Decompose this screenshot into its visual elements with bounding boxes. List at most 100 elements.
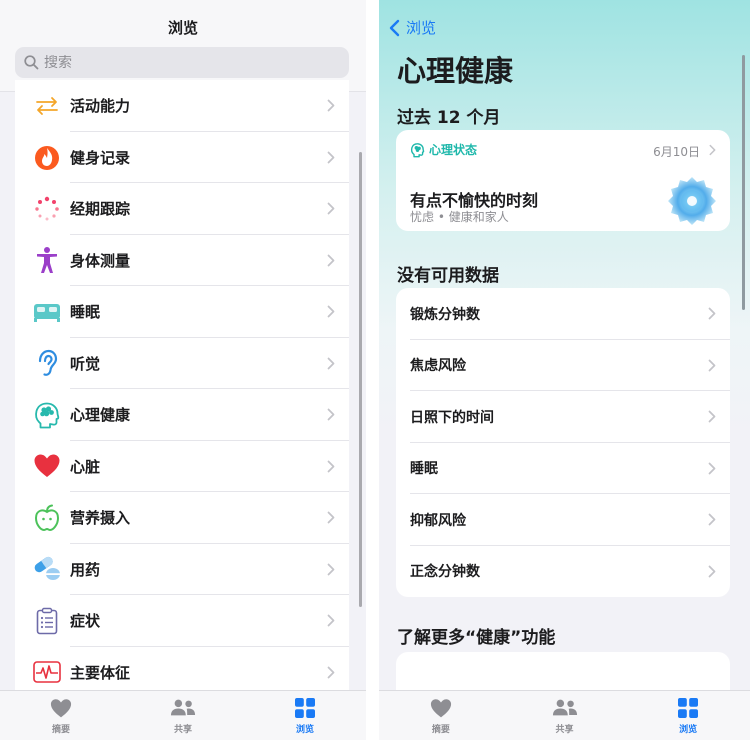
- browse-header: 浏览: [0, 0, 366, 92]
- tab-label: 共享: [555, 725, 574, 735]
- card-category: 心理状态: [410, 141, 477, 158]
- tab-browse[interactable]: 浏览: [626, 691, 750, 740]
- chevron-right-icon: [327, 151, 335, 164]
- list-item-label: 抑郁风险: [410, 512, 466, 529]
- category-label: 心脏: [70, 457, 101, 476]
- chevron-right-icon: [327, 666, 335, 679]
- search-icon: [22, 54, 40, 72]
- mind-head-icon: [410, 142, 425, 157]
- category-label: 营养摄入: [70, 509, 131, 528]
- category-row-cycle[interactable]: 经期跟踪: [15, 183, 349, 235]
- category-label: 心理健康: [70, 406, 131, 425]
- chevron-right-icon: [327, 408, 335, 421]
- tab-sharing[interactable]: 共享: [122, 691, 244, 740]
- pills-icon: [33, 555, 61, 583]
- chevron-right-icon: [708, 462, 716, 475]
- search-bar[interactable]: [15, 47, 349, 78]
- chevron-right-icon: [327, 254, 335, 267]
- category-row-heart[interactable]: 心脏: [15, 441, 349, 492]
- category-row-hearing[interactable]: 听觉: [15, 338, 349, 389]
- back-button[interactable]: 浏览: [389, 17, 436, 38]
- category-label: 身体测量: [70, 251, 131, 270]
- category-list: 活动能力 健身记录 经期跟踪 身体测量 睡眠 听觉 心理健康 心脏 营养摄入 用…: [15, 80, 349, 698]
- chevron-right-icon: [327, 460, 335, 473]
- vitals-waveform-icon: [33, 658, 61, 686]
- card-mood-detail: 忧虑 • 健康和家人: [410, 210, 509, 224]
- chevron-right-icon: [708, 565, 716, 578]
- chevron-right-icon: [708, 307, 716, 320]
- chevron-right-icon: [327, 99, 335, 112]
- chevron-right-icon: [708, 410, 716, 423]
- heart-summary-icon: [48, 697, 74, 719]
- list-item-depression-risk[interactable]: 抑郁风险: [396, 494, 730, 546]
- section-heading-no-data: 没有可用数据: [397, 266, 499, 286]
- browse-screen: 浏览 活动能力 健身记录: [0, 0, 366, 740]
- chevron-right-icon: [708, 513, 716, 526]
- heart-icon: [33, 452, 61, 480]
- tab-summary[interactable]: 摘要: [379, 691, 503, 740]
- grid-icon: [292, 697, 318, 719]
- category-label: 主要体征: [70, 663, 131, 682]
- tab-label: 浏览: [679, 725, 698, 735]
- apple-icon: [33, 504, 61, 532]
- list-item-anxiety-risk[interactable]: 焦虑风险: [396, 340, 730, 391]
- no-data-list: 锻炼分钟数 焦虑风险 日照下的时间 睡眠 抑郁风险 正念分钟数: [396, 288, 730, 597]
- search-input[interactable]: [44, 54, 324, 71]
- category-row-medications[interactable]: 用药: [15, 544, 349, 595]
- card-category-label: 心理状态: [429, 143, 478, 157]
- chevron-right-icon: [709, 144, 716, 156]
- list-item-label: 睡眠: [410, 461, 438, 478]
- list-item-sleep[interactable]: 睡眠: [396, 443, 730, 494]
- tab-bar: 摘要 共享 浏览: [379, 690, 750, 740]
- list-item-label: 锻炼分钟数: [410, 306, 480, 323]
- chevron-right-icon: [327, 305, 335, 318]
- tab-browse[interactable]: 浏览: [244, 691, 366, 740]
- scrollbar[interactable]: [742, 55, 745, 310]
- category-row-fitness[interactable]: 健身记录: [15, 132, 349, 183]
- card-date: 6月10日: [653, 145, 700, 159]
- category-row-mental-health[interactable]: 心理健康: [15, 389, 349, 441]
- clipboard-icon: [33, 607, 61, 635]
- category-row-mobility[interactable]: 活动能力: [15, 80, 349, 132]
- back-label: 浏览: [406, 19, 437, 37]
- category-label: 听觉: [70, 354, 101, 373]
- category-row-symptoms[interactable]: 症状: [15, 595, 349, 647]
- list-item-exercise-minutes[interactable]: 锻炼分钟数: [396, 288, 730, 340]
- tab-sharing[interactable]: 共享: [503, 691, 627, 740]
- grid-icon: [675, 697, 701, 719]
- chevron-right-icon: [327, 202, 335, 215]
- chevron-right-icon: [708, 359, 716, 372]
- category-row-sleep[interactable]: 睡眠: [15, 286, 349, 338]
- people-icon: [552, 697, 578, 719]
- mood-orb-icon: [668, 177, 716, 225]
- people-icon: [170, 697, 196, 719]
- chevron-right-icon: [327, 357, 335, 370]
- list-item-mindful-minutes[interactable]: 正念分钟数: [396, 546, 730, 598]
- page-title: 心理健康: [397, 54, 514, 88]
- mind-head-icon: [33, 401, 61, 429]
- chevron-right-icon: [327, 563, 335, 576]
- page-title: 浏览: [167, 19, 198, 37]
- chevron-right-icon: [327, 614, 335, 627]
- category-label: 经期跟踪: [70, 200, 131, 219]
- tab-summary[interactable]: 摘要: [0, 691, 122, 740]
- body-figure-icon: [33, 246, 61, 274]
- tab-label: 摘要: [51, 725, 70, 735]
- cycle-dots-icon: [33, 195, 61, 223]
- category-label: 用药: [70, 560, 101, 579]
- list-item-time-in-daylight[interactable]: 日照下的时间: [396, 391, 730, 443]
- state-of-mind-card[interactable]: 心理状态 6月10日 有点不愉快的时刻 忧虑 • 健康和家人: [396, 130, 730, 231]
- category-row-nutrition[interactable]: 营养摄入: [15, 492, 349, 544]
- scrollbar[interactable]: [359, 152, 362, 607]
- category-label: 活动能力: [70, 97, 131, 116]
- list-item-label: 焦虑风险: [410, 358, 466, 375]
- ear-icon: [33, 349, 61, 377]
- chevron-right-icon: [327, 511, 335, 524]
- category-label: 症状: [70, 612, 101, 631]
- tab-bar: 摘要 共享 浏览: [0, 690, 366, 740]
- list-item-label: 正念分钟数: [410, 564, 480, 581]
- tab-label: 摘要: [431, 725, 450, 735]
- category-label: 睡眠: [70, 303, 101, 322]
- chevron-left-icon: [389, 19, 400, 36]
- category-row-body[interactable]: 身体测量: [15, 235, 349, 286]
